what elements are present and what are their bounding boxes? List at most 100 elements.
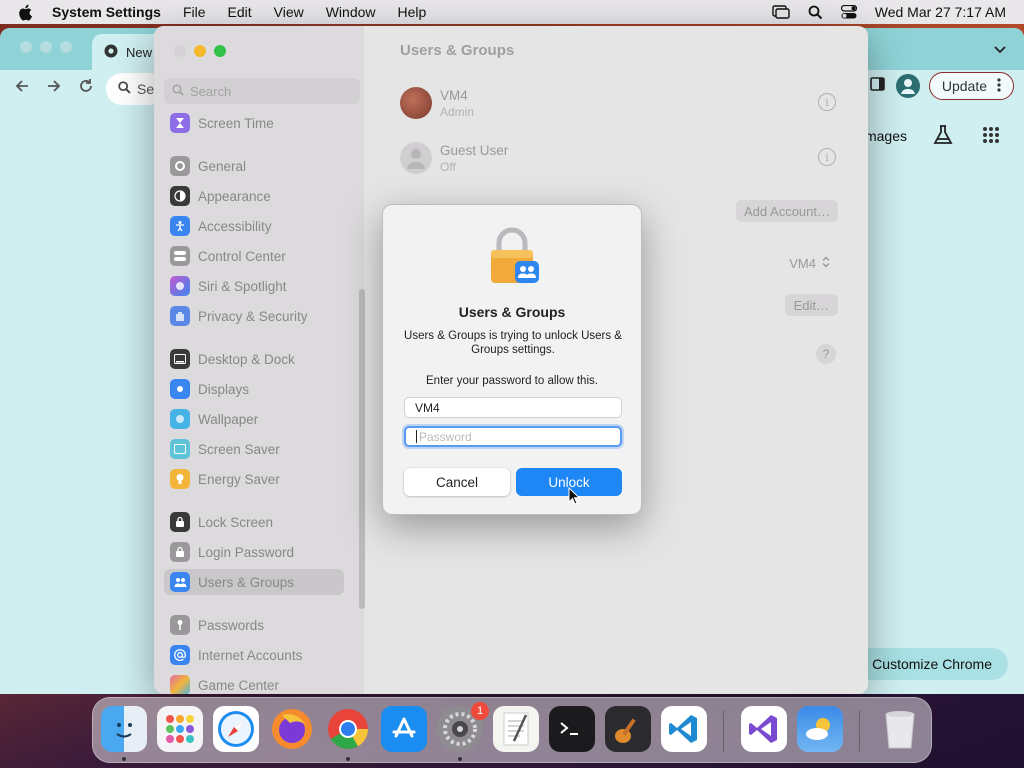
settings-sidebar: Search Screen Time General Appearance Ac… <box>154 26 365 694</box>
safari-icon[interactable] <box>213 706 259 752</box>
firefox-icon[interactable] <box>269 706 315 752</box>
hourglass-icon <box>170 113 190 133</box>
weather-icon[interactable] <box>797 706 843 752</box>
control-center-icon[interactable] <box>840 5 857 19</box>
system-settings-icon[interactable]: 1 <box>437 702 489 752</box>
reload-icon[interactable] <box>78 78 94 97</box>
settings-zoom-button[interactable] <box>214 45 226 57</box>
sidebar-item-label: Appearance <box>198 188 271 204</box>
running-indicator <box>458 757 462 761</box>
screensaver-icon <box>170 439 190 459</box>
sidebar-item-siri-spotlight[interactable]: Siri & Spotlight <box>164 273 344 299</box>
settings-window-controls <box>174 45 226 57</box>
customize-chrome-label: Customize Chrome <box>872 656 992 672</box>
unlock-dialog: Users & Groups Users & Groups is trying … <box>382 204 642 515</box>
sidebar-item-displays[interactable]: Displays <box>164 376 344 402</box>
notification-badge: 1 <box>471 702 489 720</box>
menu-view[interactable]: View <box>274 4 304 20</box>
users-icon <box>170 572 190 592</box>
menu-edit[interactable]: Edit <box>228 4 252 20</box>
menu-app-name[interactable]: System Settings <box>52 4 161 20</box>
help-button[interactable]: ? <box>816 344 836 364</box>
running-indicator <box>122 757 126 761</box>
google-apps-grid-icon[interactable] <box>982 126 1000 147</box>
sidebar-item-general[interactable]: General <box>164 153 344 179</box>
sidebar-item-label: Lock Screen <box>198 514 274 530</box>
gear-icon <box>170 156 190 176</box>
sidebar-item-users-groups[interactable]: Users & Groups <box>164 569 344 595</box>
apple-menu-icon[interactable] <box>18 4 38 21</box>
forward-arrow-icon[interactable] <box>46 78 62 97</box>
tab-search-chevron-icon[interactable] <box>994 42 1006 57</box>
launchpad-icon[interactable] <box>157 706 203 752</box>
sidebar-item-screen-saver[interactable]: Screen Saver <box>164 436 344 462</box>
settings-minimize-button[interactable] <box>194 45 206 57</box>
add-account-button[interactable]: Add Account… <box>736 200 838 222</box>
sidebar-item-label: Internet Accounts <box>198 647 303 663</box>
sidebar-item-privacy-security[interactable]: Privacy & Security <box>164 303 344 329</box>
sidebar-item-passwords[interactable]: Passwords <box>164 612 344 638</box>
sidebar-item-label: Control Center <box>198 248 286 264</box>
side-panel-icon[interactable] <box>870 77 886 94</box>
menu-window[interactable]: Window <box>326 4 376 20</box>
chrome-profile-avatar[interactable] <box>896 74 920 98</box>
dialog-message: Users & Groups is trying to unlock Users… <box>404 330 622 356</box>
trash-icon[interactable] <box>877 706 923 752</box>
settings-search-field[interactable]: Search <box>164 78 360 104</box>
finder-icon[interactable] <box>101 706 147 752</box>
sidebar-item-appearance[interactable]: Appearance <box>164 183 344 209</box>
user-row-guest[interactable]: Guest User Off i <box>386 133 852 183</box>
clock[interactable]: Wed Mar 27 7:17 AM <box>875 4 1006 20</box>
sidebar-item-lock-screen[interactable]: Lock Screen <box>164 509 344 535</box>
update-label: Update <box>941 78 987 94</box>
padlock-users-icon <box>487 227 541 288</box>
settings-close-button[interactable] <box>174 45 186 57</box>
sidebar-item-wallpaper[interactable]: Wallpaper <box>164 406 344 432</box>
sidebar-item-login-password[interactable]: Login Password <box>164 539 344 565</box>
sidebar-item-internet-accounts[interactable]: Internet Accounts <box>164 642 344 668</box>
labs-flask-icon[interactable] <box>932 124 954 149</box>
app-store-icon[interactable] <box>381 706 427 752</box>
menu-help[interactable]: Help <box>398 4 427 20</box>
sidebar-item-energy-saver[interactable]: Energy Saver <box>164 466 344 492</box>
sidebar-item-label: Screen Time <box>198 115 274 131</box>
user-info-icon[interactable]: i <box>818 93 836 111</box>
cancel-button[interactable]: Cancel <box>404 468 510 496</box>
visual-studio-icon[interactable] <box>741 706 787 752</box>
sidebar-item-game-center[interactable]: Game Center <box>164 672 344 694</box>
textedit-icon[interactable] <box>493 706 539 752</box>
images-link[interactable]: mages <box>865 128 907 144</box>
menu-file[interactable]: File <box>183 4 206 20</box>
key-icon <box>170 615 190 635</box>
garageband-icon[interactable] <box>605 706 651 752</box>
spotlight-search-icon[interactable] <box>808 5 823 20</box>
sidebar-item-label: Energy Saver <box>198 471 280 487</box>
back-arrow-icon[interactable] <box>14 78 30 97</box>
automatic-login-popup[interactable]: VM4 <box>789 256 830 271</box>
text-caret <box>416 430 417 443</box>
terminal-icon[interactable] <box>549 706 595 752</box>
sidebar-scrollbar[interactable] <box>359 289 365 609</box>
chrome-minimize-button[interactable] <box>40 41 52 53</box>
screen-mirroring-icon[interactable] <box>772 5 790 19</box>
more-vert-icon <box>997 77 1001 95</box>
user-info-icon[interactable]: i <box>818 148 836 166</box>
user-row-vm4[interactable]: VM4 Admin i <box>386 78 852 128</box>
sidebar-item-desktop-dock[interactable]: Desktop & Dock <box>164 346 344 372</box>
sidebar-item-screen-time[interactable]: Screen Time <box>164 110 344 136</box>
visual-studio-code-icon[interactable] <box>661 706 707 752</box>
hand-icon <box>170 306 190 326</box>
chrome-zoom-button[interactable] <box>60 41 72 53</box>
lock-icon <box>170 542 190 562</box>
chrome-close-button[interactable] <box>20 41 32 53</box>
sidebar-item-control-center[interactable]: Control Center <box>164 243 344 269</box>
password-field[interactable]: Password <box>404 426 622 447</box>
omnibox-search-icon <box>118 81 131 97</box>
chrome-icon[interactable] <box>325 706 371 752</box>
avatar <box>400 142 432 174</box>
sidebar-item-label: Screen Saver <box>198 441 280 457</box>
chrome-update-button[interactable]: Update <box>928 72 1014 100</box>
username-field[interactable]: VM4 <box>404 397 622 418</box>
sidebar-item-accessibility[interactable]: Accessibility <box>164 213 344 239</box>
edit-button[interactable]: Edit… <box>784 294 838 316</box>
